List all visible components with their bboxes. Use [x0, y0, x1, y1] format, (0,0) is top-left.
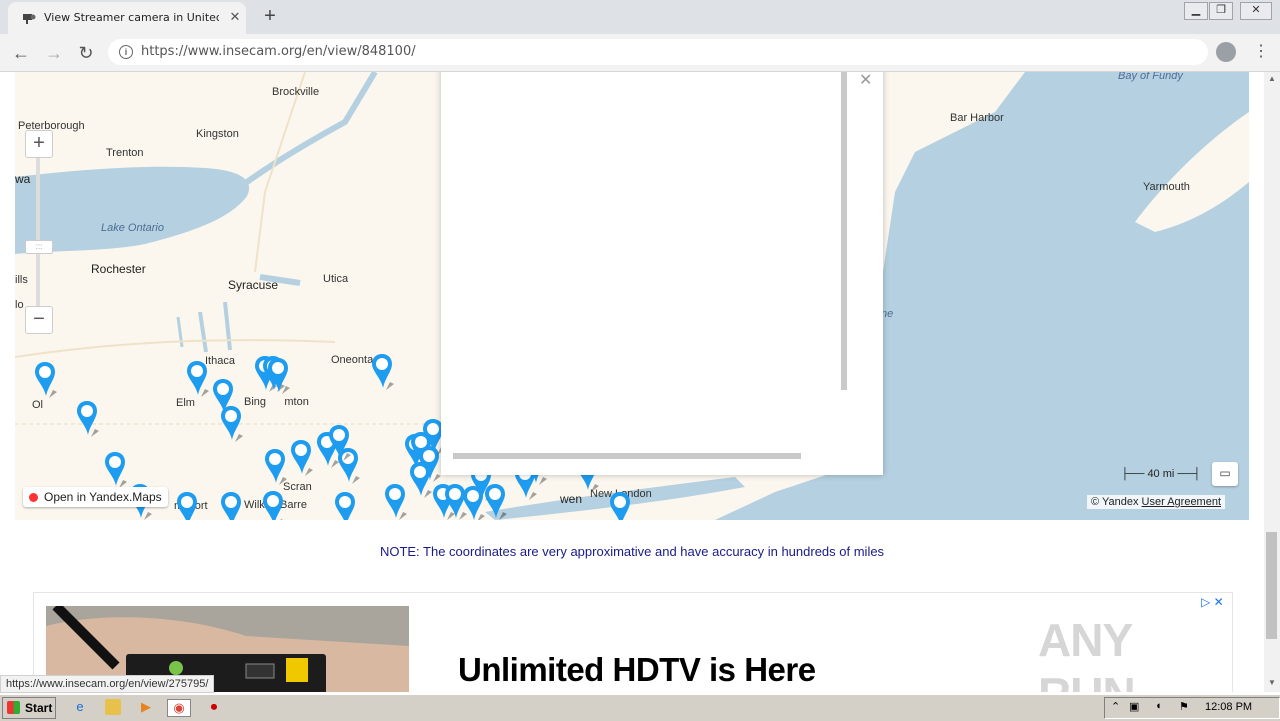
map-label-bar-harbor: Bar Harbor: [950, 112, 1004, 124]
map-label-lake-ontario: Lake Ontario: [101, 222, 164, 234]
camera-pin-icon[interactable]: [105, 452, 133, 492]
camera-pin-icon[interactable]: [263, 491, 291, 520]
popup-vertical-scrollbar[interactable]: [841, 72, 847, 390]
chrome-icon[interactable]: ◉: [167, 699, 191, 717]
map-label-syracuse: Syracuse: [228, 278, 279, 292]
windows-taskbar: Start e ▶ ◉ ⏺ ⌃ ▣ ◖ ⚑ 12:08 PM: [0, 694, 1280, 721]
close-window-button[interactable]: ✕: [1240, 2, 1272, 20]
map-label-trenton: Trenton: [106, 147, 144, 159]
open-in-yandex-maps-button[interactable]: Open in Yandex.Maps: [23, 487, 168, 507]
yandex-copyright: © Yandex: [1091, 496, 1139, 508]
popup-horizontal-scrollbar[interactable]: [453, 453, 801, 459]
media-player-icon[interactable]: ▶: [138, 699, 154, 715]
map-label-kingston: Kingston: [196, 128, 239, 140]
map-popup-balloon[interactable]: ✕: [441, 72, 883, 475]
scroll-down-arrow-icon[interactable]: ▼: [1268, 678, 1276, 687]
scroll-thumb[interactable]: [1266, 532, 1277, 639]
map-copyright: © Yandex User Agreement: [1087, 495, 1226, 509]
url-text[interactable]: https://www.insecam.org/en/view/848100/: [141, 44, 416, 59]
info-icon[interactable]: i: [119, 45, 133, 59]
tab-title: View Streamer camera in United Stat: [44, 11, 219, 24]
coordinates-note: NOTE: The coordinates are very approxima…: [379, 544, 885, 559]
camera-pin-icon[interactable]: [610, 492, 638, 520]
scroll-up-arrow-icon[interactable]: ▲: [1268, 74, 1276, 83]
account-avatar-icon[interactable]: [1216, 42, 1236, 62]
new-tab-button[interactable]: +: [260, 6, 280, 26]
camera-pin-icon[interactable]: [268, 358, 296, 398]
menu-kebab-icon[interactable]: ⋮: [1253, 43, 1269, 61]
map-pin-icon: [29, 493, 38, 503]
camera-pin-icon[interactable]: [221, 492, 249, 520]
status-bar-url: https://www.insecam.org/en/view/275795/: [0, 675, 215, 693]
map-label-brockville: Brockville: [272, 86, 320, 98]
tray-expand-icon[interactable]: ⌃: [1111, 700, 1120, 713]
start-label: Start: [25, 701, 53, 715]
user-agreement-link[interactable]: User Agreement: [1142, 496, 1221, 508]
windows-logo-icon: [7, 701, 20, 714]
minimize-button[interactable]: ▁: [1184, 2, 1208, 20]
tab-strip: View Streamer camera in United Stat ✕ + …: [0, 0, 1280, 34]
camera-pin-icon[interactable]: [187, 361, 215, 401]
map-label-utica: Utica: [323, 273, 349, 285]
camera-pin-icon[interactable]: [385, 484, 413, 520]
map-scale: ├── 40 mi ──┤: [1121, 468, 1201, 480]
open-in-yandex-label: Open in Yandex.Maps: [44, 490, 162, 504]
ad-headline[interactable]: Unlimited HDTV is Here: [458, 651, 816, 689]
address-bar[interactable]: i https://www.insecam.org/en/view/848100…: [108, 39, 1208, 65]
clock: 12:08 PM: [1205, 701, 1253, 713]
camera-pin-icon[interactable]: [485, 484, 513, 520]
camera-pin-icon[interactable]: [221, 406, 249, 446]
flag-icon[interactable]: ⚑: [1179, 700, 1189, 713]
back-arrow-icon[interactable]: ←: [10, 42, 32, 64]
camera-pin-icon[interactable]: [77, 401, 105, 441]
browser-tab[interactable]: View Streamer camera in United Stat ✕: [8, 2, 246, 34]
map-label-rochester: Rochester: [91, 262, 146, 276]
ruler-icon[interactable]: ▭: [1212, 462, 1238, 486]
map-label-bay-of-fundy: Bay of Fundy: [1118, 72, 1183, 82]
map-label-ills: ills: [15, 274, 28, 286]
camera-pin-icon[interactable]: [177, 492, 205, 520]
forward-arrow-icon[interactable]: →: [43, 42, 65, 64]
camera-icon: [23, 14, 36, 24]
folder-icon[interactable]: [105, 699, 121, 715]
yandex-map[interactable]: Peterborough Brockville Kingston Trenton…: [15, 72, 1249, 520]
start-button[interactable]: Start: [2, 697, 56, 719]
close-tab-icon[interactable]: ✕: [227, 9, 243, 25]
reload-icon[interactable]: ↻: [75, 42, 97, 64]
camera-pin-icon[interactable]: [291, 440, 319, 480]
restore-button[interactable]: ❐: [1209, 2, 1233, 20]
stop-icon[interactable]: ⏺: [206, 699, 222, 715]
page-content: Peterborough Brockville Kingston Trenton…: [0, 72, 1264, 692]
ad-choices-icon[interactable]: ▷ ✕: [1201, 595, 1224, 609]
finger-lake: [223, 301, 232, 351]
anyrun-watermark: ANY RUN: [1038, 614, 1136, 692]
camera-pin-icon[interactable]: [265, 449, 293, 489]
zoom-slider-track[interactable]: [36, 158, 40, 318]
network-icon[interactable]: ▣: [1129, 700, 1139, 713]
map-label-ottawa: wa: [15, 172, 31, 186]
volume-icon[interactable]: ◖: [1155, 700, 1162, 712]
zoom-in-button[interactable]: +: [25, 130, 53, 158]
camera-pin-icon[interactable]: [372, 354, 400, 394]
page-scrollbar[interactable]: ▲ ▼: [1264, 72, 1280, 692]
camera-pin-icon[interactable]: [335, 492, 363, 520]
camera-pin-icon[interactable]: [35, 362, 63, 402]
finger-lake: [198, 311, 208, 353]
zoom-slider-handle[interactable]: :::: [25, 240, 53, 254]
map-scale-label: 40 mi: [1147, 468, 1175, 480]
map-label-oneonta: Oneonta: [331, 354, 374, 366]
map-label-lo: lo: [15, 299, 24, 311]
map-label-yarmouth: Yarmouth: [1143, 181, 1190, 193]
system-tray: ⌃ ▣ ◖ ⚑ 12:08 PM: [1104, 697, 1280, 719]
browser-toolbar: ← → ↻ i https://www.insecam.org/en/view/…: [0, 34, 1280, 72]
zoom-out-button[interactable]: −: [25, 306, 53, 334]
road: [15, 339, 336, 358]
internet-explorer-icon[interactable]: e: [72, 699, 88, 715]
camera-pin-icon[interactable]: [329, 425, 357, 465]
popup-close-icon[interactable]: ✕: [859, 72, 872, 90]
